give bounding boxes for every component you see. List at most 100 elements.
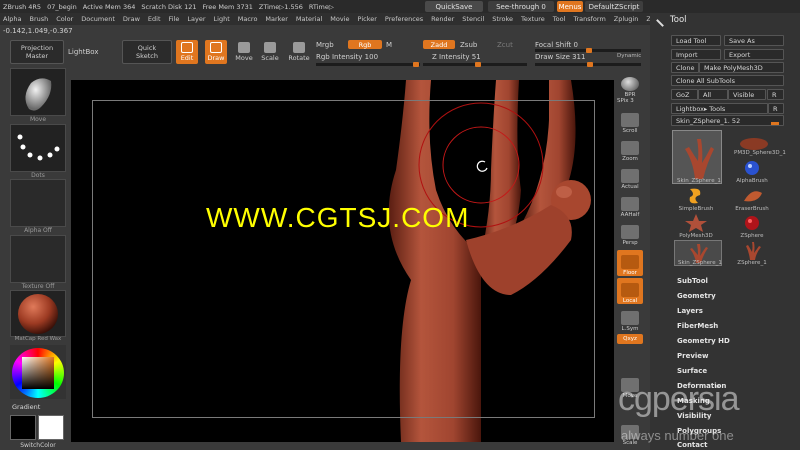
menus-button[interactable]: Menus xyxy=(557,1,583,12)
zoom-button[interactable]: Zoom xyxy=(617,136,643,162)
actual-button[interactable]: Actual xyxy=(617,164,643,190)
local-button[interactable]: Local xyxy=(617,278,643,304)
zsub-button[interactable]: Zsub xyxy=(460,41,477,49)
secondary-color-swatch[interactable] xyxy=(38,415,64,440)
menu-light[interactable]: Light xyxy=(214,15,230,23)
menu-preferences[interactable]: Preferences xyxy=(385,15,423,23)
persp-button[interactable]: Persp xyxy=(617,220,643,246)
rgb-button[interactable]: Rgb xyxy=(348,40,382,49)
goz-button[interactable]: GoZ xyxy=(671,89,698,100)
menu-brush[interactable]: Brush xyxy=(29,15,48,23)
scroll-button[interactable]: Scroll xyxy=(617,108,643,134)
menu-texture[interactable]: Texture xyxy=(521,15,545,23)
draw-size-handle[interactable] xyxy=(587,62,593,67)
aahalf-button[interactable]: AAHalf xyxy=(617,192,643,218)
menu-picker[interactable]: Picker xyxy=(358,15,377,23)
dynamic-button[interactable]: Dynamic xyxy=(617,53,641,59)
load-tool-button[interactable]: Load Tool xyxy=(671,35,721,46)
make-polymesh-button[interactable]: Make PolyMesh3D xyxy=(699,62,784,73)
m-button[interactable]: M xyxy=(386,41,392,49)
switch-color-button[interactable]: SwitchColor xyxy=(10,442,66,449)
projection-master-button[interactable]: Projection Master xyxy=(10,40,64,64)
menu-zplugin[interactable]: Zplugin xyxy=(614,15,639,23)
stroke-slot[interactable] xyxy=(10,124,66,172)
save-as-button[interactable]: Save As xyxy=(724,35,784,46)
menu-stencil[interactable]: Stencil xyxy=(462,15,484,23)
document-canvas[interactable]: WWW.CGTSJ.COM xyxy=(71,80,614,442)
rgb-intensity-handle[interactable] xyxy=(413,62,419,67)
section-fibermesh[interactable]: FiberMesh xyxy=(677,322,718,330)
brush-slot[interactable] xyxy=(10,68,66,116)
menu-marker[interactable]: Marker xyxy=(265,15,287,23)
scale-button[interactable]: Scale xyxy=(259,40,281,64)
tool-r-button[interactable]: R xyxy=(768,103,784,114)
lsym-button[interactable]: L.Sym xyxy=(617,306,643,332)
goz-all-button[interactable]: All xyxy=(698,89,728,100)
default-zscript-button[interactable]: DefaultZScript xyxy=(585,1,643,12)
color-picker[interactable] xyxy=(10,345,66,399)
zadd-button[interactable]: Zadd xyxy=(423,40,455,49)
current-tool-slider[interactable]: Skin_ZSphere_1. 52 xyxy=(671,115,784,126)
section-preview[interactable]: Preview xyxy=(677,352,709,360)
section-geometry[interactable]: Geometry xyxy=(677,292,716,300)
see-through-slider[interactable]: See-through 0 xyxy=(488,1,554,12)
tool-thumb-polymesh3d[interactable] xyxy=(676,212,716,234)
goz-r-button[interactable]: R xyxy=(767,89,784,100)
menu-file[interactable]: File xyxy=(169,15,180,23)
color-square[interactable] xyxy=(22,357,54,389)
menu-document[interactable]: Document xyxy=(81,15,115,23)
menu-layer[interactable]: Layer xyxy=(187,15,205,23)
tool-thumb-skin-zsphere[interactable] xyxy=(672,130,722,184)
draw-size-slider[interactable] xyxy=(535,62,641,67)
qxyz-button[interactable]: Qxyz xyxy=(617,334,643,344)
menu-stroke[interactable]: Stroke xyxy=(492,15,513,23)
menu-movie[interactable]: Movie xyxy=(330,15,349,23)
menu-alpha[interactable]: Alpha xyxy=(3,15,21,23)
main-color-swatch[interactable] xyxy=(10,415,36,440)
zcut-button[interactable]: Zcut xyxy=(497,41,513,49)
bpr-button[interactable]: BPR xyxy=(617,72,643,98)
menu-transform[interactable]: Transform xyxy=(573,15,605,23)
material-slot[interactable] xyxy=(10,290,66,337)
menu-draw[interactable]: Draw xyxy=(123,15,140,23)
quicksave-button[interactable]: QuickSave xyxy=(425,1,483,12)
edit-button[interactable]: Edit xyxy=(176,40,198,64)
tool-thumb-zsphere[interactable] xyxy=(732,212,772,234)
current-tool-handle[interactable] xyxy=(771,122,779,125)
section-surface[interactable]: Surface xyxy=(677,367,707,375)
export-button[interactable]: Export xyxy=(724,49,784,60)
spix-slider[interactable]: SPix 3 xyxy=(617,98,634,104)
quick-sketch-button[interactable]: Quick Sketch xyxy=(122,40,172,64)
goz-visible-button[interactable]: Visible xyxy=(728,89,766,100)
tool-thumb-eraserbrush[interactable] xyxy=(732,185,772,207)
section-subtool[interactable]: SubTool xyxy=(677,277,708,285)
tool-thumb-simplebrush[interactable] xyxy=(676,185,716,207)
import-button[interactable]: Import xyxy=(671,49,721,60)
clone-all-subtools-button[interactable]: Clone All SubTools xyxy=(671,75,784,86)
alpha-slot[interactable] xyxy=(10,179,66,227)
rgb-intensity-slider[interactable] xyxy=(316,62,420,67)
rotate-button[interactable]: Rotate xyxy=(287,40,311,64)
menu-color[interactable]: Color xyxy=(56,15,73,23)
lightbox-tools-button[interactable]: Lightbox▸ Tools xyxy=(671,103,768,114)
tool-thumb-alphabrush[interactable] xyxy=(732,157,772,179)
section-layers[interactable]: Layers xyxy=(677,307,703,315)
section-geometry-hd[interactable]: Geometry HD xyxy=(677,337,730,345)
menu-tool[interactable]: Tool xyxy=(553,15,566,23)
menu-render[interactable]: Render xyxy=(431,15,454,23)
focal-shift-handle[interactable] xyxy=(586,48,592,53)
tool-thumb-zsphere-1[interactable] xyxy=(732,240,772,262)
move-button[interactable]: Move xyxy=(233,40,255,64)
clone-button[interactable]: Clone xyxy=(671,62,699,73)
texture-slot[interactable] xyxy=(10,235,66,283)
focal-shift-slider[interactable] xyxy=(535,48,641,53)
z-intensity-slider[interactable] xyxy=(423,62,527,67)
menu-macro[interactable]: Macro xyxy=(238,15,258,23)
menu-edit[interactable]: Edit xyxy=(148,15,161,23)
menu-material[interactable]: Material xyxy=(296,15,322,23)
z-intensity-handle[interactable] xyxy=(475,62,481,67)
mrgb-button[interactable]: Mrgb xyxy=(316,41,334,49)
draw-button[interactable]: Draw xyxy=(205,40,227,64)
lightbox-button[interactable]: LightBox xyxy=(68,48,98,56)
floor-button[interactable]: Floor xyxy=(617,250,643,276)
